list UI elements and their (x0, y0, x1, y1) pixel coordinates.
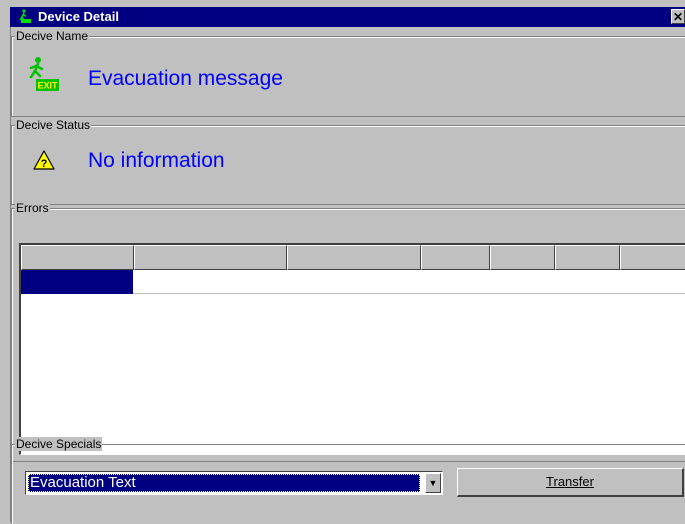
exit-sign-icon: EXIT (27, 56, 61, 95)
chevron-down-icon[interactable]: ▼ (425, 473, 441, 493)
device-status-legend: Decive Status (15, 118, 92, 132)
close-icon[interactable]: ✕ (671, 9, 685, 24)
evacuation-text-select[interactable]: Evacuation Text ▼ (25, 471, 443, 495)
select-value: Evacuation Text (28, 474, 420, 492)
errors-legend: Errors (15, 201, 50, 215)
column-header[interactable] (490, 245, 555, 270)
device-detail-window: Decive Name EXIT Evacuation message Deci… (10, 27, 685, 524)
device-status-value: No information (88, 149, 225, 172)
warning-icon: ? (33, 150, 55, 173)
column-header[interactable] (287, 245, 421, 270)
window-title: Device Detail (38, 9, 119, 24)
device-specials-legend: Decive Specials (15, 437, 103, 451)
transfer-button-label: Transfer (546, 474, 594, 489)
title-bar[interactable]: Device Detail ✕ (10, 7, 685, 27)
device-status-group: Decive Status ? No information (11, 118, 685, 205)
column-header[interactable] (421, 245, 490, 270)
transfer-button[interactable]: Transfer (457, 468, 684, 497)
transfer-label-text: Transfer (546, 474, 594, 489)
device-name-legend: Decive Name (15, 29, 90, 43)
exit-sign-icon (18, 9, 32, 26)
column-header[interactable] (555, 245, 620, 270)
device-name-group: Decive Name EXIT Evacuation message (11, 29, 685, 117)
column-header[interactable] (21, 245, 134, 270)
column-header[interactable] (620, 245, 685, 270)
table-row[interactable] (21, 270, 685, 294)
errors-table[interactable] (19, 243, 685, 455)
device-name-value: Evacuation message (88, 67, 283, 90)
selected-row-indicator (21, 270, 133, 294)
exit-sign-text: EXIT (37, 81, 58, 91)
svg-text:?: ? (41, 158, 48, 170)
column-header[interactable] (134, 245, 287, 270)
errors-table-header (21, 245, 685, 270)
